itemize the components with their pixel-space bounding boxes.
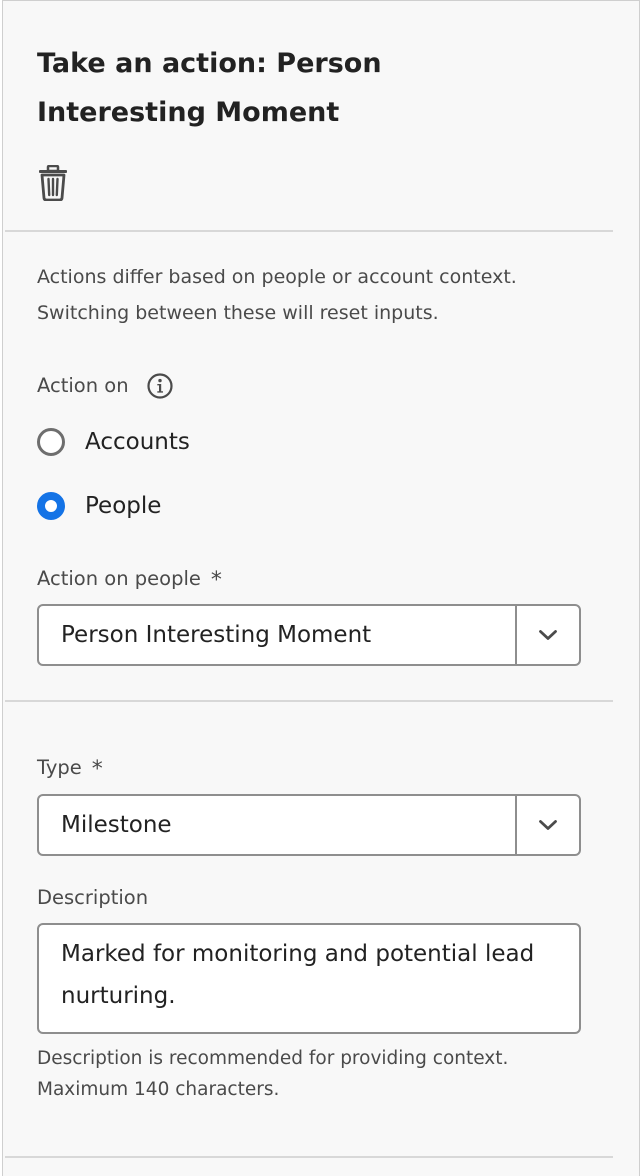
- chevron-down-icon: [539, 820, 557, 830]
- radio-button-people[interactable]: [37, 492, 65, 520]
- radio-accounts[interactable]: Accounts: [37, 428, 190, 456]
- radio-people-label: People: [85, 493, 162, 519]
- action-on-people-field-label: Action on people *: [37, 565, 222, 593]
- section-divider: [5, 1156, 613, 1158]
- context-help-line: Actions differ based on people or accoun…: [37, 266, 517, 288]
- type-value: Milestone: [61, 812, 172, 838]
- radio-accounts-label: Accounts: [85, 429, 190, 455]
- action-on-people-select[interactable]: Person Interesting Moment: [37, 604, 581, 666]
- radio-button-accounts[interactable]: [37, 428, 65, 456]
- info-icon[interactable]: [146, 373, 173, 399]
- description-textarea[interactable]: Marked for monitoring and potential lead…: [37, 923, 581, 1034]
- action-on-field-label: Action on: [37, 372, 173, 400]
- radio-people[interactable]: People: [37, 492, 161, 520]
- section-divider: [5, 230, 613, 232]
- context-help-line: Switching between these will reset input…: [37, 302, 439, 324]
- context-help-text: Actions differ based on people or accoun…: [37, 259, 597, 331]
- description-label: Description: [37, 886, 149, 909]
- action-panel: Take an action: Person Interesting Momen…: [2, 0, 640, 1176]
- type-label: Type: [37, 756, 82, 779]
- required-marker: *: [91, 757, 103, 782]
- action-on-people-dropdown-button[interactable]: [515, 606, 579, 664]
- type-field-label: Type *: [37, 754, 103, 782]
- panel-title: Take an action: Person Interesting Momen…: [37, 48, 382, 128]
- description-hint-line: Description is recommended for providing…: [37, 1048, 509, 1069]
- section-divider: [5, 700, 613, 702]
- action-on-label: Action on: [37, 374, 129, 397]
- chevron-down-icon: [539, 630, 557, 640]
- type-select[interactable]: Milestone: [37, 794, 581, 856]
- description-hint-line: Maximum 140 characters.: [37, 1079, 280, 1100]
- required-marker: *: [210, 568, 222, 593]
- description-hint: Description is recommended for providing…: [37, 1043, 597, 1105]
- action-on-people-label: Action on people: [37, 567, 201, 590]
- trash-icon[interactable]: [37, 164, 69, 202]
- action-on-people-value: Person Interesting Moment: [61, 622, 372, 648]
- type-dropdown-button[interactable]: [515, 796, 579, 854]
